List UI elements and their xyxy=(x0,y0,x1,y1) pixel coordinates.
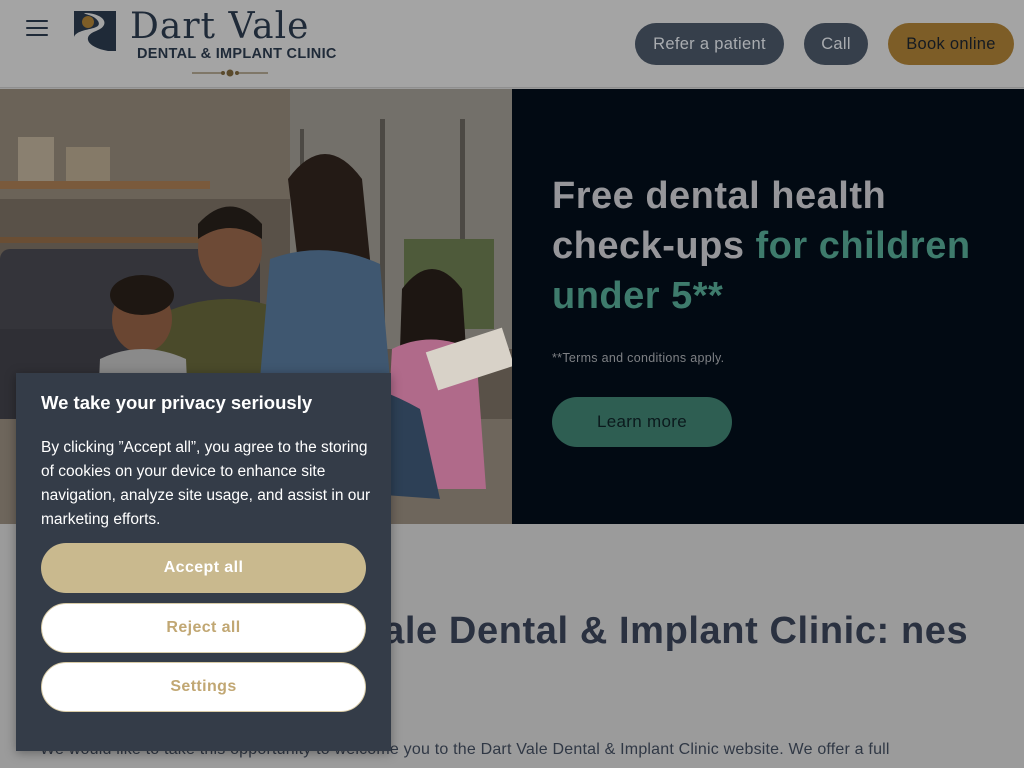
logo-title[interactable]: Dart Vale xyxy=(130,6,309,47)
reject-all-button[interactable]: Reject all xyxy=(41,603,366,653)
cookie-description: By clicking ”Accept all”, you agree to t… xyxy=(41,439,371,528)
cookie-consent-dialog: We take your privacy seriously By clicki… xyxy=(16,373,391,751)
call-button[interactable]: Call xyxy=(804,23,868,65)
dart-vale-logo-icon[interactable] xyxy=(74,11,116,53)
logo-subtitle[interactable]: DENTAL & IMPLANT CLINIC xyxy=(137,46,337,62)
hero-terms-note: **Terms and conditions apply. xyxy=(552,351,725,365)
book-online-button[interactable]: Book online xyxy=(888,23,1014,65)
cookie-title: We take your privacy seriously xyxy=(41,392,313,413)
accept-all-button[interactable]: Accept all xyxy=(41,543,366,593)
site-header: Dart Vale DENTAL & IMPLANT CLINIC Refer … xyxy=(0,0,1024,88)
hamburger-icon[interactable] xyxy=(26,20,48,38)
learn-more-button[interactable]: Learn more xyxy=(552,397,732,447)
logo-flourish-icon xyxy=(192,69,268,77)
hero-title: Free dental health check-ups for childre… xyxy=(552,171,1012,321)
refer-patient-button[interactable]: Refer a patient xyxy=(635,23,784,65)
hero-promo-panel: Free dental health check-ups for childre… xyxy=(512,89,1024,524)
cookie-settings-button[interactable]: Settings xyxy=(41,662,366,712)
